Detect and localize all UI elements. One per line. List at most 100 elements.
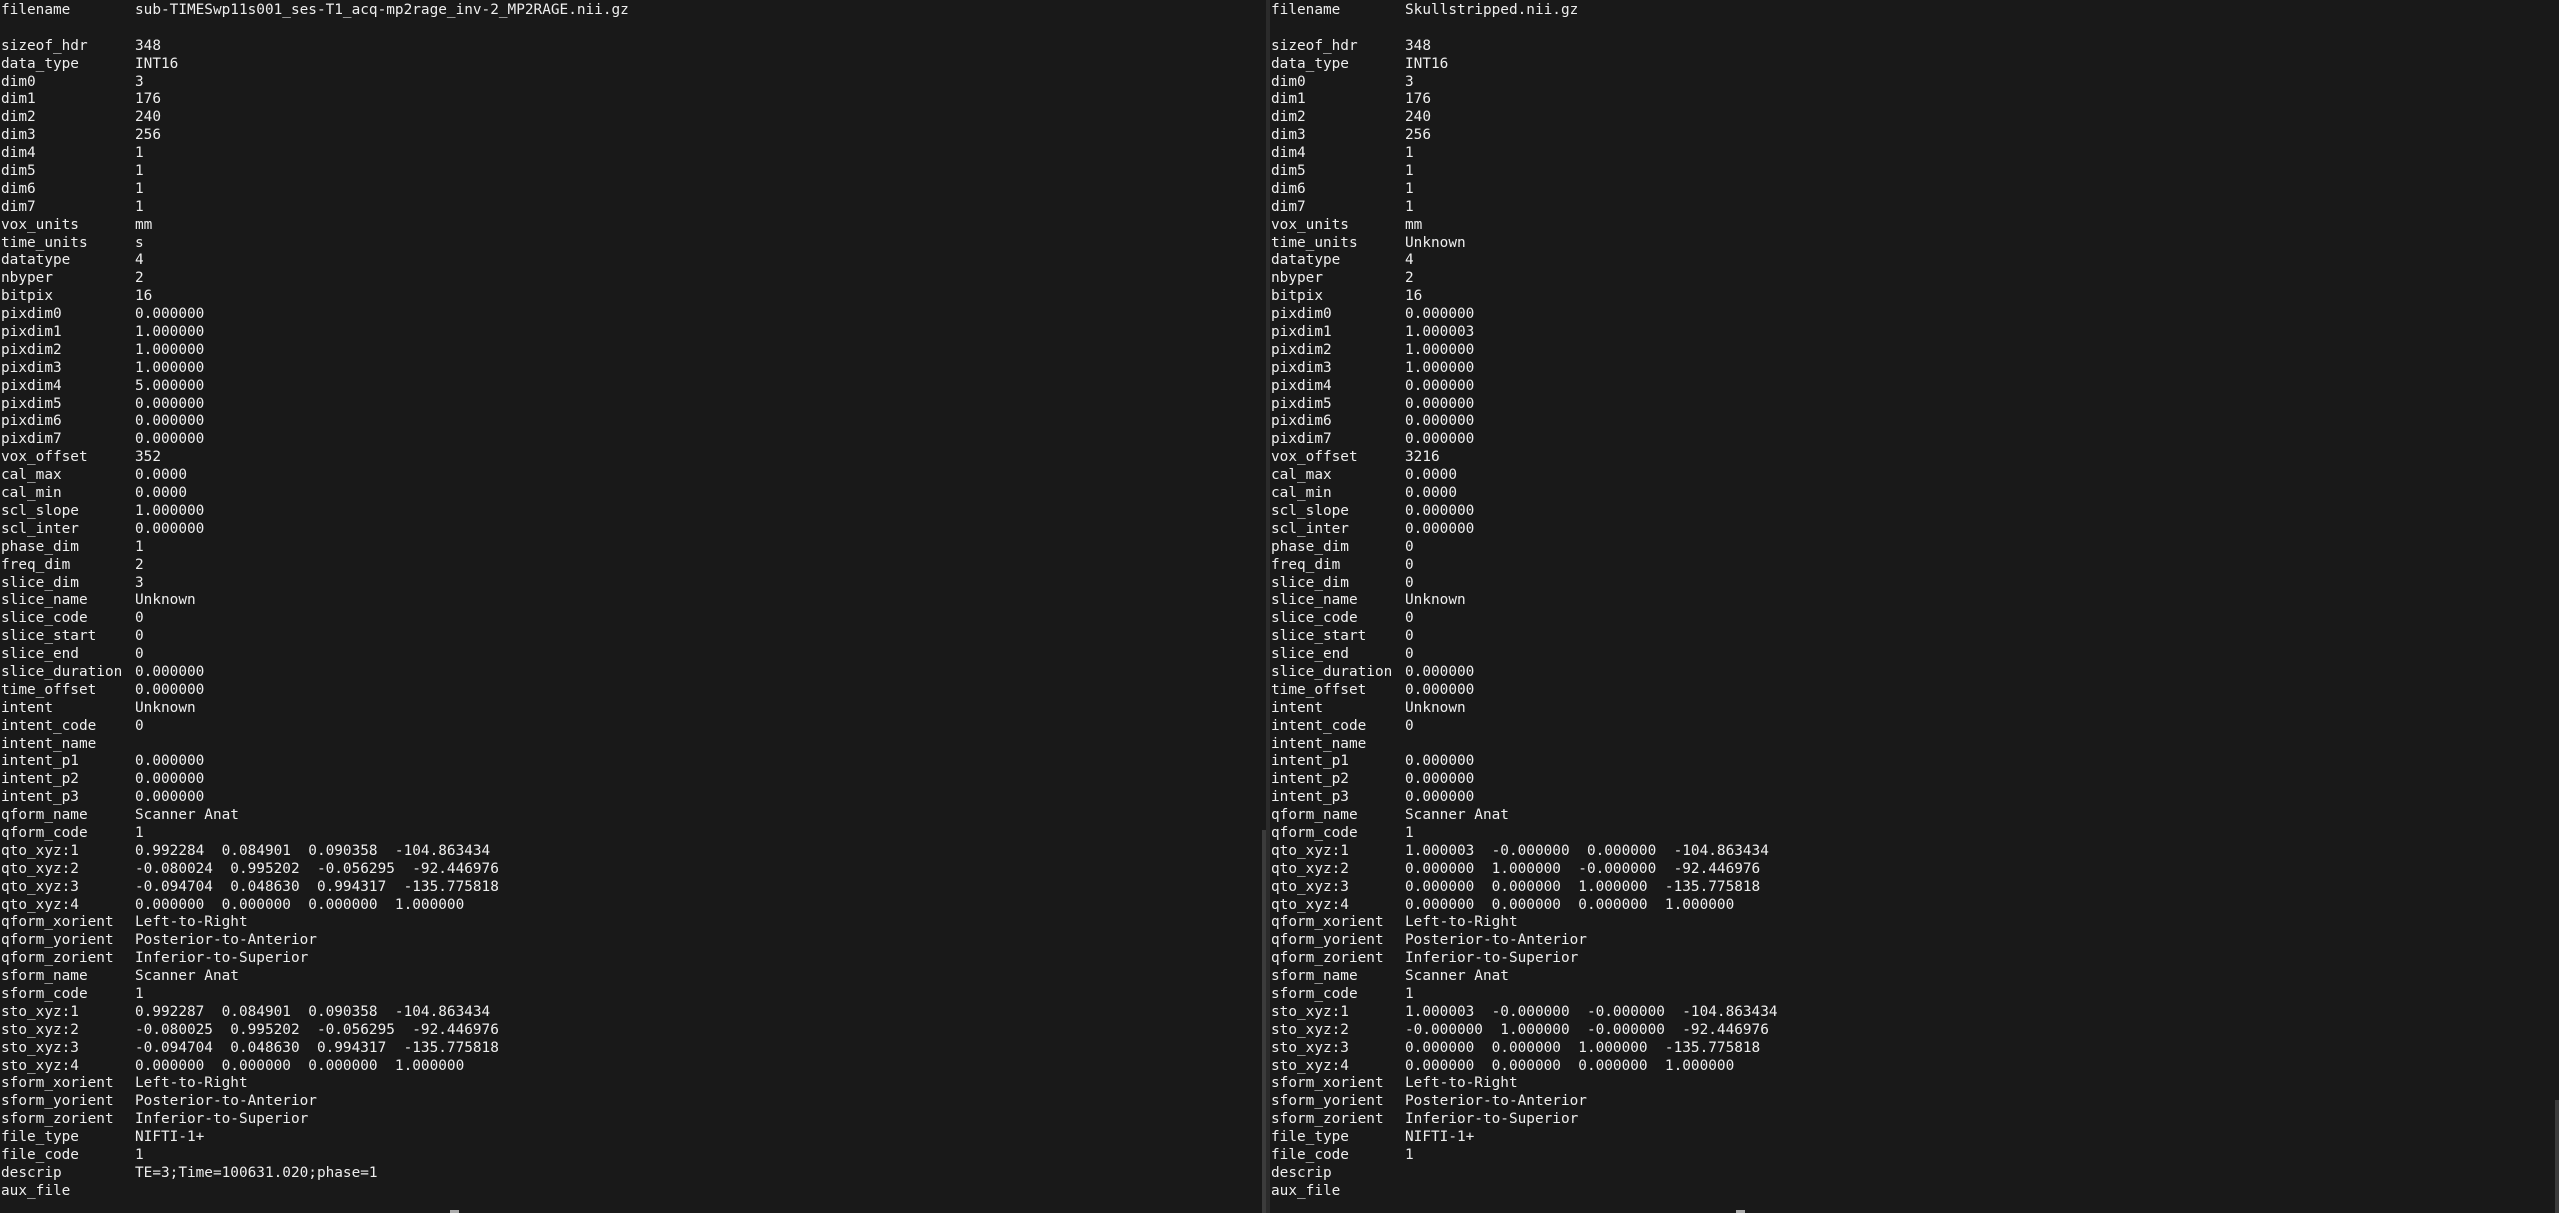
- header-field-row: file_code 1: [1270, 1147, 2559, 1165]
- header-field-row: dim6 1: [0, 181, 1266, 199]
- header-field-row: nbyper 2: [0, 270, 1266, 288]
- header-field-row: bitpix 16: [0, 288, 1266, 306]
- field-value: 1: [1405, 145, 1414, 162]
- header-field-row: datatype 4: [1270, 252, 2559, 270]
- field-key: intent_code: [1271, 717, 1367, 734]
- header-field-row: qform_code 1: [0, 825, 1266, 843]
- header-field-row: slice_duration 0.000000: [1270, 664, 2559, 682]
- field-value: Posterior-to-Anterior: [1405, 1093, 1587, 1110]
- field-key: qform_xorient: [1271, 914, 1384, 931]
- field-key: intent: [1, 699, 53, 716]
- field-value: 1.000000: [135, 341, 205, 358]
- header-field-row: file_type NIFTI-1+: [1270, 1129, 2559, 1147]
- field-key: sform_code: [1, 985, 88, 1002]
- field-value: 0.000000: [135, 663, 205, 680]
- header-field-row: pixdim0 0.000000: [1270, 306, 2559, 324]
- field-value: 1: [135, 824, 144, 841]
- field-value: mm: [135, 216, 153, 233]
- header-field-row: slice_dim 0: [1270, 575, 2559, 593]
- header-field-row: dim0 3: [0, 74, 1266, 92]
- field-key: pixdim0: [1271, 306, 1332, 323]
- header-field-row: sto_xyz:1 0.992287 0.084901 0.090358 -104…: [0, 1004, 1266, 1022]
- field-value: 176: [135, 91, 161, 108]
- field-value: 0.000000: [135, 681, 205, 698]
- header-field-row: sform_xorient Left-to-Right: [0, 1075, 1266, 1093]
- field-key: intent_name: [1271, 735, 1367, 752]
- left-terminal-pane[interactable]: filename sub-TIMESwp11s001_ses-T1_acq-mp2…: [0, 0, 1266, 1213]
- field-key: qform_zorient: [1, 950, 114, 967]
- field-value: 348: [1405, 37, 1431, 54]
- field-key: cal_max: [1271, 467, 1332, 484]
- field-value: 1.000000: [1405, 341, 1475, 358]
- field-key: cal_min: [1, 485, 62, 502]
- field-key: qto_xyz:4: [1271, 896, 1349, 913]
- header-field-row: qto_xyz:1 1.000003 -0.000000 0.000000 -10…: [1270, 843, 2559, 861]
- field-key: pixdim3: [1, 359, 62, 376]
- field-value: Left-to-Right: [135, 1075, 248, 1092]
- field-value: 0.0000: [135, 467, 187, 484]
- field-value: 0.0000: [1405, 485, 1457, 502]
- field-key: dim6: [1, 180, 36, 197]
- field-value: 0.000000: [135, 431, 205, 448]
- field-value: 0.000000: [1405, 771, 1475, 788]
- header-field-row: qto_xyz:4 0.000000 0.000000 0.000000 1.00…: [1270, 897, 2559, 915]
- field-value: 0.000000 0.000000 0.000000 1.000000: [1405, 1057, 1735, 1074]
- header-field-row: dim3 256: [1270, 127, 2559, 145]
- field-key: sform_xorient: [1, 1075, 114, 1092]
- header-field-row: dim7 1: [1270, 199, 2559, 217]
- header-field-row: dim1 176: [1270, 91, 2559, 109]
- field-key: pixdim2: [1, 341, 62, 358]
- field-key: pixdim7: [1, 431, 62, 448]
- field-key: sto_xyz:3: [1, 1039, 79, 1056]
- field-value: 0.000000: [1405, 753, 1475, 770]
- field-value: 0: [1405, 610, 1414, 627]
- field-value: Unknown: [1405, 234, 1466, 251]
- field-key: qto_xyz:2: [1, 860, 79, 877]
- field-value: 0: [1405, 717, 1414, 734]
- field-value: 1.000000: [1405, 359, 1475, 376]
- field-value: Scanner Anat: [135, 807, 239, 824]
- field-key: time_offset: [1, 681, 97, 698]
- header-field-row: scl_slope 1.000000: [0, 503, 1266, 521]
- header-field-row: qto_xyz:1 0.992284 0.084901 0.090358 -104…: [0, 843, 1266, 861]
- header-field-row: freq_dim 2: [0, 557, 1266, 575]
- header-field-row: intent_p2 0.000000: [0, 771, 1266, 789]
- header-field-row: vox_offset 3216: [1270, 449, 2559, 467]
- header-field-row: nbyper 2: [1270, 270, 2559, 288]
- field-value: Scanner Anat: [1405, 968, 1509, 985]
- header-field-row: pixdim1 1.000000: [0, 324, 1266, 342]
- field-key: dim0: [1, 73, 36, 90]
- field-value: 0.000000: [1405, 377, 1475, 394]
- field-key: pixdim6: [1271, 413, 1332, 430]
- field-key: qform_yorient: [1271, 932, 1384, 949]
- header-field-row: aux_file: [1270, 1183, 2559, 1201]
- field-value: Left-to-Right: [1405, 914, 1518, 931]
- field-key: sto_xyz:4: [1271, 1057, 1349, 1074]
- field-key: slice_start: [1, 628, 97, 645]
- field-value: 3: [1405, 73, 1414, 90]
- field-value: 0.000000: [1405, 502, 1475, 519]
- header-field-row: sform_code 1: [1270, 986, 2559, 1004]
- header-field-row: vox_units mm: [0, 217, 1266, 235]
- header-field-row: qform_zorient Inferior-to-Superior: [0, 950, 1266, 968]
- header-field-row: dim1 176: [0, 91, 1266, 109]
- field-key: data_type: [1, 55, 79, 72]
- field-key: filename: [1271, 2, 1341, 18]
- field-key: pixdim0: [1, 306, 62, 323]
- header-field-row: sizeof_hdr 348: [0, 38, 1266, 56]
- field-key: file_type: [1271, 1129, 1349, 1146]
- field-value: Skullstripped.nii.gz: [1405, 2, 1579, 18]
- right-terminal-pane[interactable]: filename Skullstripped.nii.gz sizeof_hdr 34…: [1270, 0, 2559, 1213]
- field-key: qto_xyz:3: [1271, 878, 1349, 895]
- header-field-row: qform_code 1: [1270, 825, 2559, 843]
- field-key: freq_dim: [1271, 556, 1341, 573]
- header-field-row: dim2 240: [1270, 109, 2559, 127]
- header-field-row: sform_yorient Posterior-to-Anterior: [1270, 1093, 2559, 1111]
- field-value: 0.000000 0.000000 0.000000 1.000000: [135, 1057, 465, 1074]
- field-key: descrip: [1, 1164, 62, 1181]
- header-field-row: [0, 20, 1266, 38]
- right-terminal-scrollbar[interactable]: [2555, 1100, 2559, 1213]
- field-key: sto_xyz:4: [1, 1057, 79, 1074]
- header-field-row: sform_yorient Posterior-to-Anterior: [0, 1093, 1266, 1111]
- field-key: scl_slope: [1, 502, 79, 519]
